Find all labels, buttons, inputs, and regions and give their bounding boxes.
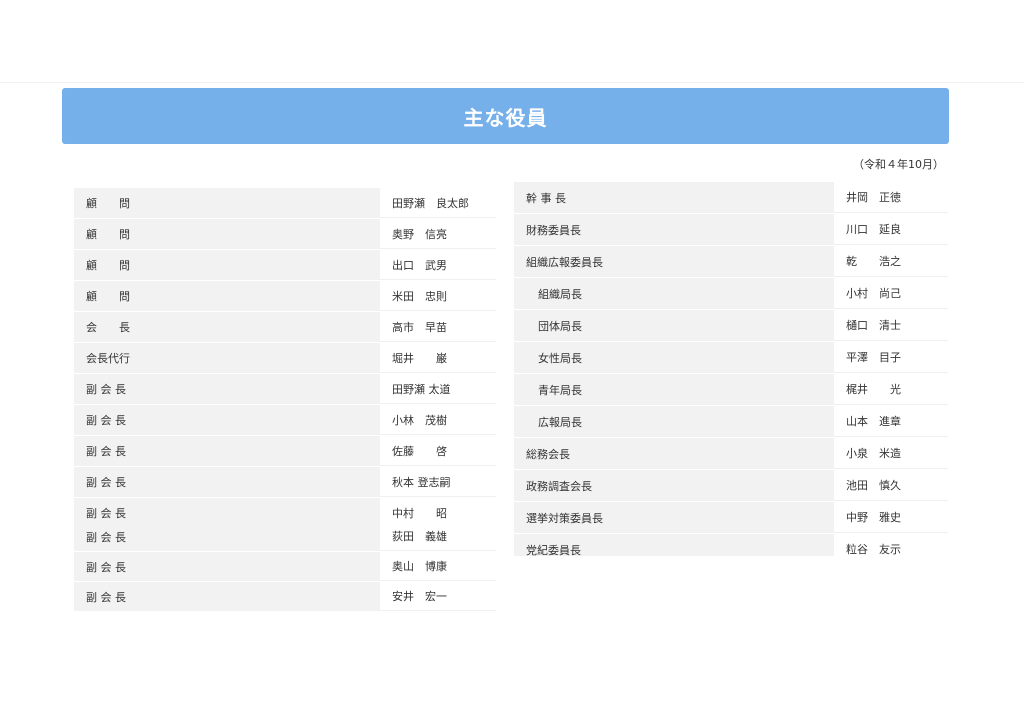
officer-row: 副 会 長小林 茂樹 — [74, 405, 496, 436]
officer-row: 組織局長 小村 尚己 — [514, 278, 948, 310]
officer-name: 小泉 米造 — [834, 438, 948, 469]
officer-row: 総務会長 小泉 米造 — [514, 438, 948, 470]
officer-row: 副 会 長奥山 博康 — [74, 552, 496, 582]
officer-row: 会長代行 堀井 巌 — [74, 343, 496, 374]
officer-name: 高市 早苗 — [380, 312, 496, 342]
officer-position: 副 会 長 — [74, 374, 380, 404]
officer-position: 選挙対策委員長 — [514, 502, 834, 533]
officer-position: 団体局長 — [514, 310, 834, 341]
officer-position: 会 長 — [74, 312, 380, 342]
officer-name: 荻田 義雄 — [380, 522, 496, 551]
officer-row: 顧 問田野瀬 良太郎 — [74, 188, 496, 219]
officer-position: 会長代行 — [74, 343, 380, 373]
officer-name: 田野瀬 良太郎 — [380, 188, 496, 218]
officer-row: 副 会 長安井 宏一 — [74, 582, 496, 612]
officer-name: 奥野 信亮 — [380, 219, 496, 249]
officer-row: 副 会 長佐藤 啓 — [74, 436, 496, 467]
officer-row: 副 会 長田野瀬 太道 — [74, 374, 496, 405]
officer-row: 選挙対策委員長 中野 雅史 — [514, 502, 948, 534]
officer-name: 川口 延良 — [834, 214, 948, 245]
officer-row: 幹 事 長井岡 正徳 — [514, 182, 948, 214]
officer-row: 青年局長 梶井 光 — [514, 374, 948, 406]
officer-name: 田野瀬 太道 — [380, 374, 496, 404]
officer-position: 副 会 長 — [74, 522, 380, 551]
officer-row: 女性局長 平澤 目子 — [514, 342, 948, 374]
officer-row: 顧 問奥野 信亮 — [74, 219, 496, 250]
officer-position: 顧 問 — [74, 250, 380, 280]
officer-name: 梶井 光 — [834, 374, 948, 405]
officer-name: 出口 武男 — [380, 250, 496, 280]
top-divider — [0, 82, 1024, 83]
officer-row: 政務調査会長 池田 慎久 — [514, 470, 948, 502]
page-title: 主な役員 — [463, 105, 548, 130]
officer-row: 副 会 長秋本 登志嗣 — [74, 467, 496, 498]
officer-position: 組織局長 — [514, 278, 834, 309]
officer-row: 広報局長 山本 進章 — [514, 406, 948, 438]
officer-name: 樋口 清士 — [834, 310, 948, 341]
officer-name: 平澤 目子 — [834, 342, 948, 373]
officer-position: 副 会 長 — [74, 552, 380, 581]
officer-position: 顧 問 — [74, 281, 380, 311]
officer-name: 池田 慎久 — [834, 470, 948, 501]
officer-position: 総務会長 — [514, 438, 834, 469]
officer-row: 党紀委員長 粒谷 友示 — [514, 534, 948, 556]
officer-position: 青年局長 — [514, 374, 834, 405]
officer-position: 党紀委員長 — [514, 534, 834, 556]
officer-name: 秋本 登志嗣 — [380, 467, 496, 497]
officer-name: 井岡 正徳 — [834, 182, 948, 213]
officer-position: 政務調査会長 — [514, 470, 834, 501]
officer-name: 安井 宏一 — [380, 582, 496, 611]
officer-name: 奥山 博康 — [380, 552, 496, 581]
officer-position: 幹 事 長 — [514, 182, 834, 213]
officer-name: 粒谷 友示 — [834, 534, 948, 556]
officer-position: 財務委員長 — [514, 214, 834, 245]
officer-position: 女性局長 — [514, 342, 834, 373]
officer-position: 組織広報委員長 — [514, 246, 834, 277]
officer-row: 顧 問米田 忠則 — [74, 281, 496, 312]
officer-position: 副 会 長 — [74, 467, 380, 497]
officers-table-left-continued: 副 会 長荻田 義雄副 会 長奥山 博康副 会 長安井 宏一 — [74, 522, 496, 612]
officer-position: 副 会 長 — [74, 436, 380, 466]
officer-name: 中野 雅史 — [834, 502, 948, 533]
officer-position: 顧 問 — [74, 188, 380, 218]
officer-name: 乾 浩之 — [834, 246, 948, 277]
officer-row: 会 長高市 早苗 — [74, 312, 496, 343]
officer-name: 小林 茂樹 — [380, 405, 496, 435]
officers-table-left: 顧 問田野瀬 良太郎顧 問奥野 信亮顧 問出口 武男顧 問米田 忠則会 長高市 … — [74, 188, 496, 529]
officer-name: 佐藤 啓 — [380, 436, 496, 466]
officer-position: 顧 問 — [74, 219, 380, 249]
officer-name: 堀井 巌 — [380, 343, 496, 373]
officer-name: 米田 忠則 — [380, 281, 496, 311]
officer-row: 財務委員長 川口 延良 — [514, 214, 948, 246]
officer-row: 副 会 長荻田 義雄 — [74, 522, 496, 552]
officer-row: 顧 問出口 武男 — [74, 250, 496, 281]
officer-name: 山本 進章 — [834, 406, 948, 437]
date-note: （令和４年10月） — [853, 158, 944, 171]
title-banner: 主な役員 — [62, 88, 949, 144]
officer-position: 副 会 長 — [74, 405, 380, 435]
officer-name: 小村 尚己 — [834, 278, 948, 309]
officer-position: 広報局長 — [514, 406, 834, 437]
officers-table-right: 幹 事 長井岡 正徳 財務委員長 川口 延良 組織広報委員長乾 浩之 組織局長 小村 尚己… — [514, 182, 948, 556]
officer-position: 副 会 長 — [74, 582, 380, 611]
officer-row: 団体局長 樋口 清士 — [514, 310, 948, 342]
officer-row: 組織広報委員長乾 浩之 — [514, 246, 948, 278]
